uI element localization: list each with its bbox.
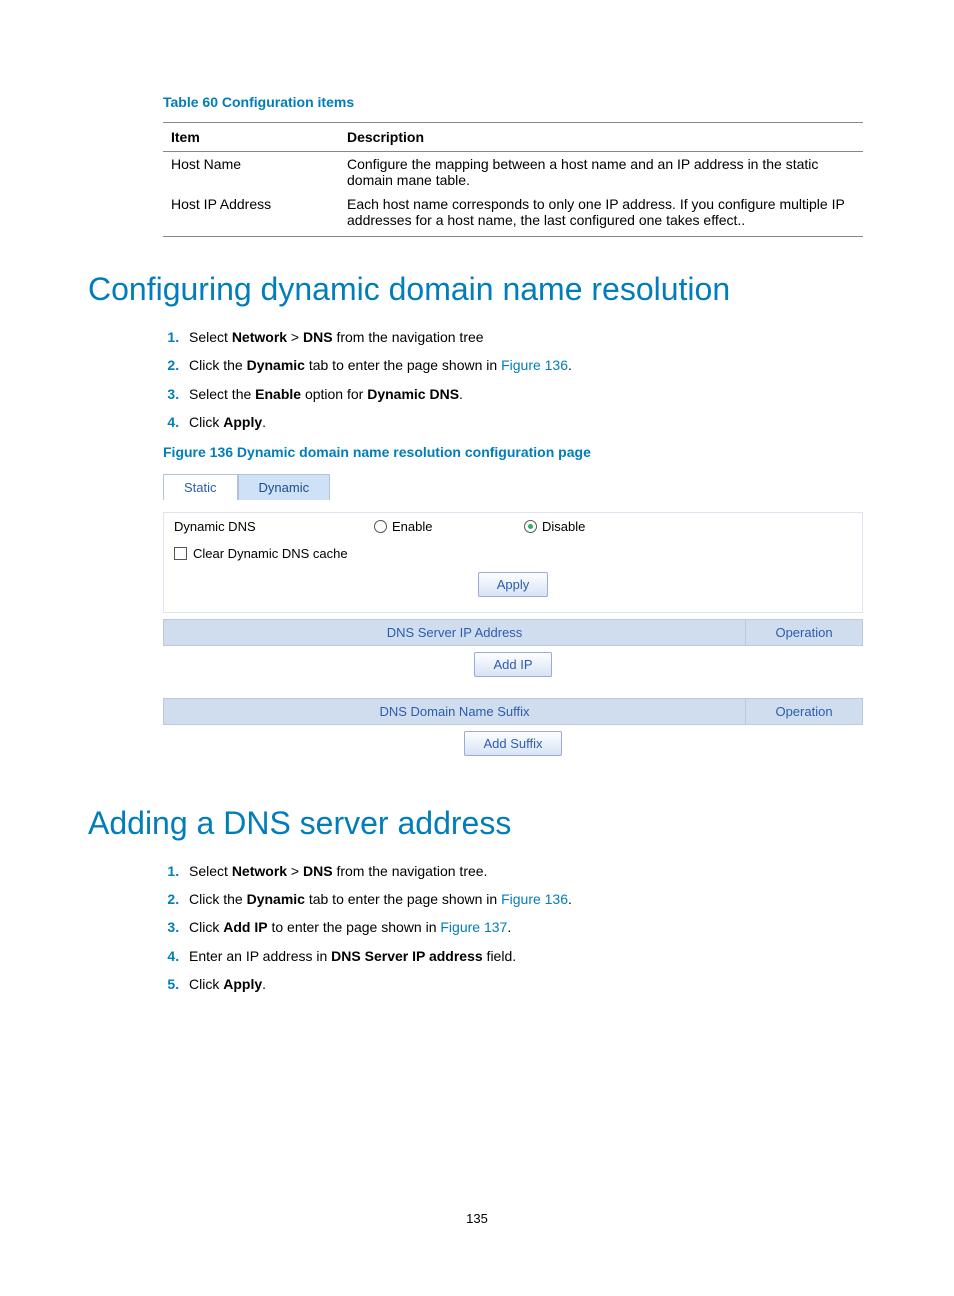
cell-item: Host IP Address (163, 192, 339, 237)
th-description: Description (339, 123, 863, 152)
col-dns-domain-suffix: DNS Domain Name Suffix (164, 698, 746, 724)
step-2: Click the Dynamic tab to enter the page … (183, 354, 866, 376)
table-row: Host Name Configure the mapping between … (163, 152, 863, 193)
clear-cache-row[interactable]: Clear Dynamic DNS cache (164, 540, 862, 567)
figure-136-title: Figure 136 Dynamic domain name resolutio… (163, 444, 866, 460)
steps-configuring: Select Network > DNS from the navigation… (163, 326, 866, 434)
steps-adding: Select Network > DNS from the navigation… (163, 860, 866, 996)
dns-suffix-grid: DNS Domain Name Suffix Operation (163, 698, 863, 725)
radio-enable[interactable]: Enable (374, 519, 524, 534)
cell-desc: Each host name corresponds to only one I… (339, 192, 863, 237)
radio-label-disable: Disable (542, 519, 585, 534)
dns-server-grid: DNS Server IP Address Operation (163, 619, 863, 646)
figure-136-link[interactable]: Figure 136 (501, 357, 568, 373)
label-dynamic-dns: Dynamic DNS (174, 519, 374, 534)
table-60: Item Description Host Name Configure the… (163, 122, 863, 237)
section-heading-adding: Adding a DNS server address (88, 805, 866, 842)
tab-dynamic[interactable]: Dynamic (238, 474, 331, 500)
cell-item: Host Name (163, 152, 339, 193)
checkbox-icon (174, 547, 187, 560)
col-operation: Operation (746, 619, 863, 645)
radio-label-enable: Enable (392, 519, 432, 534)
step-5: Click Apply. (183, 973, 866, 995)
col-operation: Operation (746, 698, 863, 724)
step-3: Select the Enable option for Dynamic DNS… (183, 383, 866, 405)
label-clear-cache: Clear Dynamic DNS cache (193, 546, 348, 561)
figure-137-link[interactable]: Figure 137 (440, 919, 507, 935)
dynamic-dns-panel: Dynamic DNS Enable Disable Clear Dynamic… (163, 512, 863, 613)
radio-icon (524, 520, 537, 533)
figure-136: Static Dynamic Dynamic DNS Enable Disabl… (163, 474, 863, 771)
radio-disable[interactable]: Disable (524, 519, 674, 534)
figure-136-link[interactable]: Figure 136 (501, 891, 568, 907)
th-item: Item (163, 123, 339, 152)
tab-bar: Static Dynamic (163, 474, 863, 500)
step-1: Select Network > DNS from the navigation… (183, 860, 866, 882)
add-ip-button[interactable]: Add IP (474, 652, 551, 677)
apply-button[interactable]: Apply (478, 572, 549, 597)
add-suffix-button[interactable]: Add Suffix (464, 731, 561, 756)
step-1: Select Network > DNS from the navigation… (183, 326, 866, 348)
col-dns-server-ip: DNS Server IP Address (164, 619, 746, 645)
cell-desc: Configure the mapping between a host nam… (339, 152, 863, 193)
step-3: Click Add IP to enter the page shown in … (183, 916, 866, 938)
page-number: 135 (0, 1211, 954, 1226)
step-4: Enter an IP address in DNS Server IP add… (183, 945, 866, 967)
step-2: Click the Dynamic tab to enter the page … (183, 888, 866, 910)
table-row: Host IP Address Each host name correspon… (163, 192, 863, 237)
table-60-title: Table 60 Configuration items (163, 94, 866, 110)
section-heading-configuring: Configuring dynamic domain name resoluti… (88, 271, 866, 308)
tab-static[interactable]: Static (163, 474, 238, 500)
step-4: Click Apply. (183, 411, 866, 433)
radio-icon (374, 520, 387, 533)
